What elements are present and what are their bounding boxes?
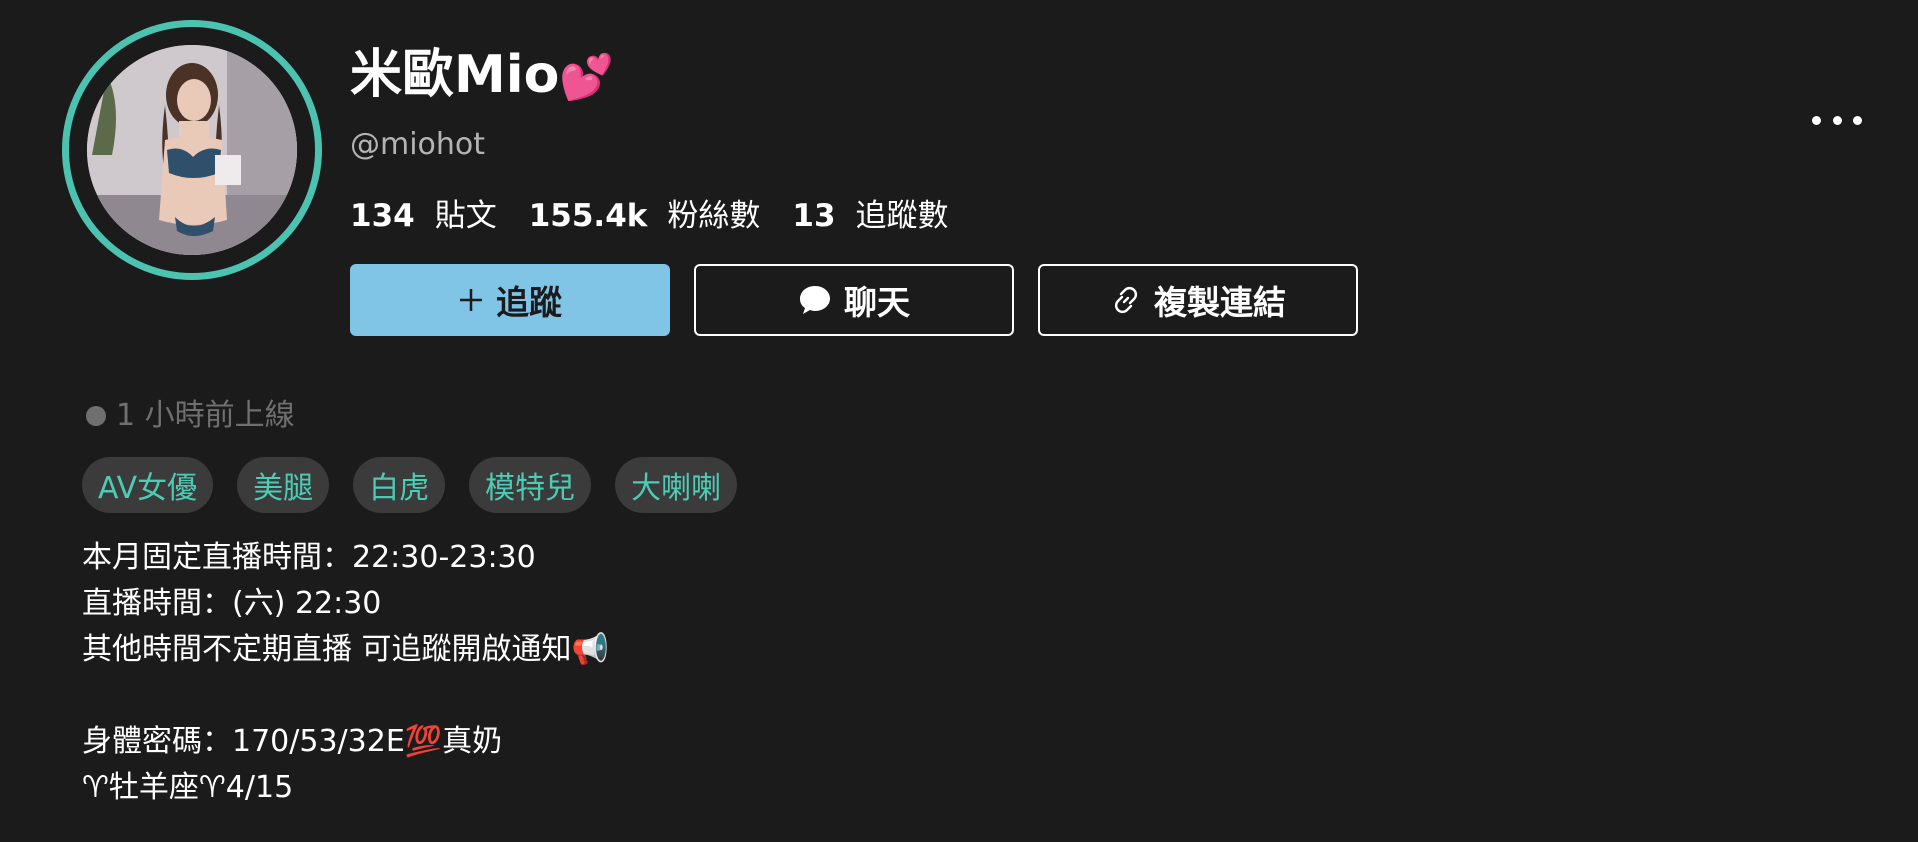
more-dot: [1812, 115, 1821, 125]
more-dot: [1853, 115, 1862, 125]
bio-line: 本月固定直播時間：22:30-23:30: [82, 540, 536, 575]
profile-stats: 134 貼文 155.4k 粉絲數 13 追蹤數: [350, 194, 981, 238]
followers-count: 155.4k: [528, 198, 648, 234]
posts-label: 貼文: [434, 198, 497, 234]
bio-line: ♈牡羊座♈4/15: [82, 770, 294, 805]
more-dot: [1832, 115, 1842, 125]
bio-line: 其他時間不定期直播 可追蹤開啟通知📢: [82, 632, 609, 667]
profile-page: 米歐Mio💕 @miohot 134 貼文 155.4k 粉絲數 13 追蹤數 …: [0, 0, 1918, 842]
copy-link-button-label: 複製連結: [1154, 283, 1286, 322]
copy-link-button[interactable]: 複製連結: [1038, 264, 1358, 336]
avatar[interactable]: [87, 45, 297, 255]
tag-list: AV女優 美腿 白虎 模特兒 大喇喇: [82, 457, 761, 513]
avatar-ring[interactable]: [62, 20, 322, 280]
bio-line: 直播時間：(六) 22:30: [82, 586, 382, 621]
following-count: 13: [792, 198, 836, 234]
follow-button[interactable]: 追蹤: [350, 264, 670, 336]
tag-chip[interactable]: 白虎: [353, 457, 446, 513]
stat-following[interactable]: 13 追蹤數: [792, 194, 948, 238]
status-dot-icon: [86, 406, 106, 426]
bio-line: 身體密碼：170/53/32E💯真奶: [82, 724, 503, 759]
chat-button[interactable]: 聊天: [694, 264, 1014, 336]
more-options-icon[interactable]: [1812, 106, 1862, 134]
stat-posts[interactable]: 134 貼文: [350, 194, 497, 238]
online-status-text: 1 小時前上線: [116, 398, 295, 433]
heart-emoji: 💕: [559, 52, 615, 103]
chat-button-label: 聊天: [844, 283, 910, 322]
display-name-text: 米歐Mio: [350, 45, 560, 105]
tag-chip[interactable]: 模特兒: [469, 457, 592, 513]
posts-count: 134: [350, 198, 415, 234]
bio-spacer: [82, 673, 609, 719]
display-name: 米歐Mio💕: [350, 40, 614, 113]
user-handle: @miohot: [350, 127, 486, 162]
avatar-photo: [87, 45, 297, 255]
plus-icon: [458, 287, 484, 313]
tag-chip[interactable]: AV女優: [82, 457, 214, 513]
follow-button-label: 追蹤: [496, 283, 562, 322]
tag-chip[interactable]: 美腿: [237, 457, 330, 513]
followers-label: 粉絲數: [667, 198, 761, 234]
tag-chip[interactable]: 大喇喇: [615, 457, 738, 513]
stat-followers[interactable]: 155.4k 粉絲數: [529, 194, 761, 238]
link-icon: [1110, 284, 1142, 316]
online-status: 1 小時前上線: [86, 396, 295, 436]
following-label: 追蹤數: [855, 198, 949, 234]
chat-bubble-icon: [798, 284, 832, 316]
profile-bio: 本月固定直播時間：22:30-23:30 直播時間：(六) 22:30 其他時間…: [82, 535, 609, 811]
